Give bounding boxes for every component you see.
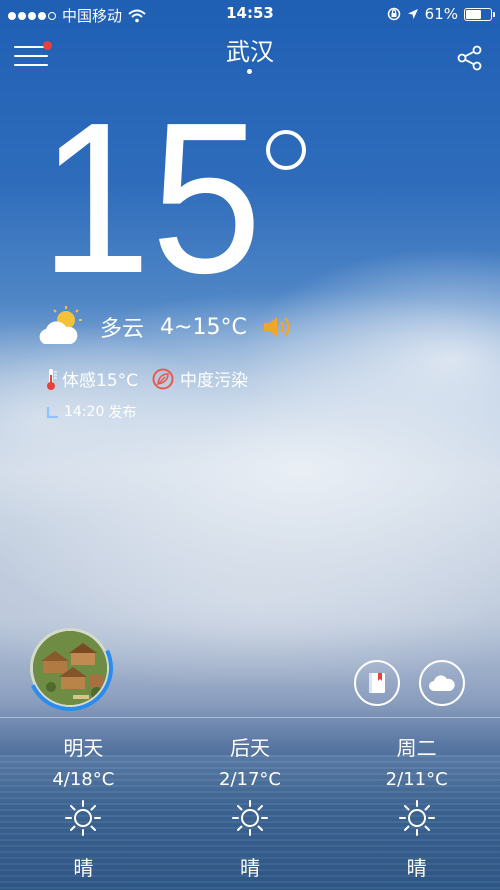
page-indicator <box>247 69 252 74</box>
sun-icon <box>232 800 268 836</box>
location-arrow-icon <box>407 9 418 19</box>
feels-like-text: 体感15°C <box>62 371 139 391</box>
speaker-icon[interactable] <box>261 312 293 342</box>
temperature-range: 4~15°C <box>160 314 247 340</box>
forecast-day-condition: 晴 <box>240 856 260 880</box>
book-icon <box>369 673 385 693</box>
status-right: 61% <box>387 5 495 23</box>
forecast-day-range: 4/18°C <box>52 769 115 790</box>
forecast-day-condition: 晴 <box>406 856 427 880</box>
forecast-strip: 明天 4/18°C 晴 后天 2/17°C 晴 周二 2/11°C 晴 <box>0 728 500 880</box>
detail-line: 体感15°C 中度污染 <box>44 366 248 391</box>
forecast-day-range: 2/17°C <box>219 769 281 790</box>
thermometer-icon <box>47 368 57 390</box>
sun-icon <box>65 800 102 836</box>
pollution-text[interactable]: 中度污染 <box>180 366 248 391</box>
condition-text: 多云 <box>100 317 145 342</box>
forecast-divider <box>0 717 500 718</box>
cloud-button[interactable] <box>419 660 465 706</box>
city-title[interactable]: 武汉 <box>0 32 500 67</box>
cloud-icon <box>429 675 455 691</box>
forecast-day[interactable]: 明天 4/18°C 晴 <box>0 728 167 880</box>
publish-time: 14:20 <box>64 404 105 420</box>
forecast-day-name: 明天 <box>63 736 104 760</box>
forecast-day[interactable]: 后天 2/17°C 晴 <box>167 728 334 880</box>
degree-symbol <box>266 130 306 170</box>
forecast-day-range: 2/11°C <box>385 769 448 790</box>
forecast-day-name: 后天 <box>230 736 270 760</box>
forecast-day[interactable]: 周二 2/11°C 晴 <box>333 728 500 880</box>
partly-cloudy-icon <box>39 306 82 344</box>
publish-info: 14:20 发布 <box>46 402 136 422</box>
publish-label: 发布 <box>108 405 137 421</box>
battery-percent: 61% <box>424 5 458 23</box>
news-book-button[interactable] <box>354 660 400 706</box>
rotation-lock-icon <box>387 7 400 21</box>
corner-icon <box>46 407 58 419</box>
forecast-day-name: 周二 <box>396 736 437 760</box>
weather-summary: 多云 4~15°C <box>36 306 293 348</box>
forecast-day-condition: 晴 <box>73 856 94 880</box>
pollution-leaf-icon <box>152 368 174 389</box>
share-icon[interactable] <box>456 44 484 72</box>
status-bar: 中国移动 14:53 61% <box>0 0 500 28</box>
current-temperature: 15 <box>40 110 262 280</box>
temperature-value: 15 <box>40 110 262 280</box>
sun-icon <box>398 800 435 836</box>
battery-icon <box>464 7 495 21</box>
